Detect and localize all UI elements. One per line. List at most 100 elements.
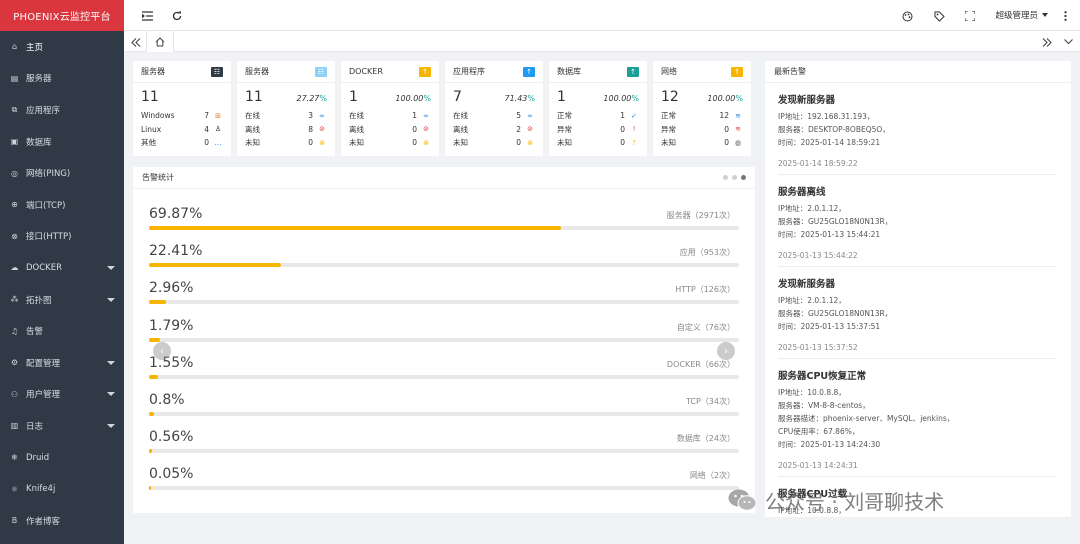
alarm-stat-row: 0.05% 网络（2次） xyxy=(149,466,739,503)
brand-title[interactable]: PHOENIX云监控平台 xyxy=(0,0,124,31)
stat-total: 1 xyxy=(557,89,566,105)
stat-row: 异常 0 ≋ xyxy=(661,123,743,137)
sidebar-item-label: Druid xyxy=(26,452,50,463)
stat-row: 未知 0 ⊗ xyxy=(453,136,535,150)
stat-row-value: 5 xyxy=(516,111,521,121)
alarm-stat-row: 0.8% TCP（34次） xyxy=(149,392,739,429)
tag-icon[interactable] xyxy=(933,10,945,22)
stat-percent: 100.00% xyxy=(603,94,639,103)
more-vertical-icon[interactable] xyxy=(1059,10,1071,22)
stat-percent: 71.43% xyxy=(504,94,535,103)
alarm-stat-percent: 69.87% xyxy=(149,206,203,222)
linux-icon: ♙ xyxy=(214,125,222,134)
carousel-dot[interactable] xyxy=(723,175,728,180)
stat-total: 1 xyxy=(349,89,358,105)
sidebar-item-label: 主页 xyxy=(26,42,44,53)
stat-card: 网络 ↑ 12 100.00% 正常 12 ≋ 异常 0 ≋ 未知 0 ◍ xyxy=(653,61,751,156)
sidebar-item-13[interactable]: ❄ Druid xyxy=(0,442,124,474)
sidebar-item-label: 告警 xyxy=(26,327,44,338)
stat-row-value: 0 xyxy=(620,138,625,148)
theme-icon[interactable] xyxy=(901,10,913,22)
stat-row-value: 12 xyxy=(719,111,729,121)
latest-alarm-item[interactable]: 发现新服务器 IP地址：2.0.1.12， 服务器：GU25GLO18N0N13R，… xyxy=(765,267,1071,359)
menu-toggle-icon[interactable] xyxy=(141,10,153,22)
alarm-stat-bar-track xyxy=(149,412,739,416)
stat-total: 12 xyxy=(661,89,679,105)
tab-menu-chevron-icon[interactable] xyxy=(1062,36,1074,48)
stat-row-label: 在线 xyxy=(453,111,468,121)
stat-row: Linux 4 ♙ xyxy=(141,123,223,137)
alarm-stat-percent: 0.56% xyxy=(149,429,194,446)
sidebar-item-0[interactable]: ⌂ 主页 xyxy=(0,31,124,63)
alarm-item-title: 发现新服务器 xyxy=(778,279,836,290)
latest-alarm-item[interactable]: 服务器CPU恢复正常 IP地址：10.0.8.8， 服务器：VM-8-8-cento… xyxy=(765,359,1071,477)
stat-row-value: 1 xyxy=(412,111,417,121)
alarm-stat-bar-track xyxy=(149,263,739,268)
globe-icon: ◍ xyxy=(734,138,742,147)
alarm-stat-category: 网络（2次） xyxy=(689,471,735,481)
sidebar-item-14[interactable]: ⚛ Knife4j xyxy=(0,473,124,505)
sidebar-item-2[interactable]: ⧉ 应用程序 xyxy=(0,94,124,126)
alarm-item-title: 服务器离线 xyxy=(778,187,826,198)
stat-card-badge-icon: ↑ xyxy=(523,66,535,77)
server-icon: ▤ xyxy=(10,73,19,83)
druid-icon: ❄ xyxy=(11,453,18,463)
stat-row: 离线 2 ⊘ xyxy=(453,123,535,137)
tab-scroll-left-icon[interactable] xyxy=(130,36,142,48)
user-icon: ⚇ xyxy=(10,389,19,399)
stat-row-label: 未知 xyxy=(453,138,468,148)
wifi-icon: ≋ xyxy=(735,111,741,120)
tab-scroll-right-icon[interactable] xyxy=(1041,36,1053,48)
alarm-item-detail: 时间：2025-01-14 18:59:21 xyxy=(778,138,881,147)
knife4j-icon: ⚛ xyxy=(10,484,19,494)
tab-home[interactable] xyxy=(146,31,174,52)
stat-card: 数据库 ↑ 1 100.00% 正常 1 ✓ 异常 0! 未知 0? xyxy=(549,61,647,156)
stat-card-title: DOCKER xyxy=(349,67,383,76)
alarm-item-detail: 时间：2025-01-13 15:44:21 xyxy=(778,230,881,239)
sidebar-item-11[interactable]: ⚇ 用户管理 xyxy=(0,379,124,411)
stat-row-label: 异常 xyxy=(557,124,572,134)
refresh-icon[interactable] xyxy=(171,10,183,22)
sidebar-item-6[interactable]: ⊗ 接口(HTTP) xyxy=(0,221,124,253)
stat-row-value: 3 xyxy=(308,111,313,121)
alarm-item-title: 发现新服务器 xyxy=(778,95,836,106)
unlink-icon: ⊘ xyxy=(527,125,533,134)
stat-card-badge-icon: ↑ xyxy=(419,66,431,77)
sidebar-item-1[interactable]: ▤ 服务器 xyxy=(0,63,124,95)
sidebar-item-4[interactable]: ◎ 网络(PING) xyxy=(0,157,124,189)
latest-alarm-item[interactable]: 服务器离线 IP地址：2.0.1.12， 服务器：GU25GLO18N0N13R， 时… xyxy=(765,175,1071,267)
alarm-stat-row: 1.79% 自定义（76次） xyxy=(149,318,739,355)
alarm-stats-panel: 告警统计 69.87% 服务器（2971次） 22.41% 应用（953次） 2.96%… xyxy=(133,167,755,513)
home-icon xyxy=(155,36,165,46)
sidebar-item-8[interactable]: ⁂ 拓扑图 xyxy=(0,284,124,316)
stat-row-label: 离线 xyxy=(245,124,260,134)
alarm-item-detail: 时间：2025-01-13 14:24:30 xyxy=(778,440,881,449)
sidebar-item-12[interactable]: ▥ 日志 xyxy=(0,410,124,442)
stat-row: 离线 8 ⊘ xyxy=(245,123,327,137)
fullscreen-icon[interactable] xyxy=(964,10,976,22)
stat-row-value: 0 xyxy=(412,124,417,134)
stat-row-label: 未知 xyxy=(245,138,260,148)
stat-card-badge-icon: ↑ xyxy=(627,66,639,77)
alarm-item-detail: 服务器：DESKTOP-8OBEQ5O， xyxy=(778,125,890,134)
carousel-next-button[interactable]: › xyxy=(717,342,735,360)
sidebar-item-15[interactable]: B 作者博客 xyxy=(0,505,124,537)
latest-alarm-item[interactable]: 发现新服务器 IP地址：192.168.31.193， 服务器：DESKTOP-8O… xyxy=(765,83,1071,175)
sidebar-item-3[interactable]: ▣ 数据库 xyxy=(0,126,124,158)
sidebar-item-5[interactable]: ⊕ 端口(TCP) xyxy=(0,189,124,221)
carousel-dot-active[interactable] xyxy=(741,175,746,180)
carousel-prev-button[interactable]: ‹ xyxy=(153,342,171,360)
stat-row-value: 4 xyxy=(204,124,209,134)
user-menu[interactable]: 超级管理员 xyxy=(995,9,1048,21)
sidebar-item-10[interactable]: ⚙ 配置管理 xyxy=(0,347,124,379)
stat-row-label: 未知 xyxy=(349,138,364,148)
alarm-stat-bar-track xyxy=(149,337,739,342)
sidebar-item-7[interactable]: ☁ DOCKER xyxy=(0,252,124,284)
app-icon: ⧉ xyxy=(11,104,18,114)
carousel-dot[interactable] xyxy=(732,175,737,180)
stat-row-label: 异常 xyxy=(661,124,676,134)
sidebar-item-9[interactable]: ♫ 告警 xyxy=(0,315,124,347)
bell-icon: ♫ xyxy=(10,326,19,336)
stat-row: 离线 0 ⊘ xyxy=(349,123,431,137)
unknown-icon: ⊗ xyxy=(319,138,325,147)
